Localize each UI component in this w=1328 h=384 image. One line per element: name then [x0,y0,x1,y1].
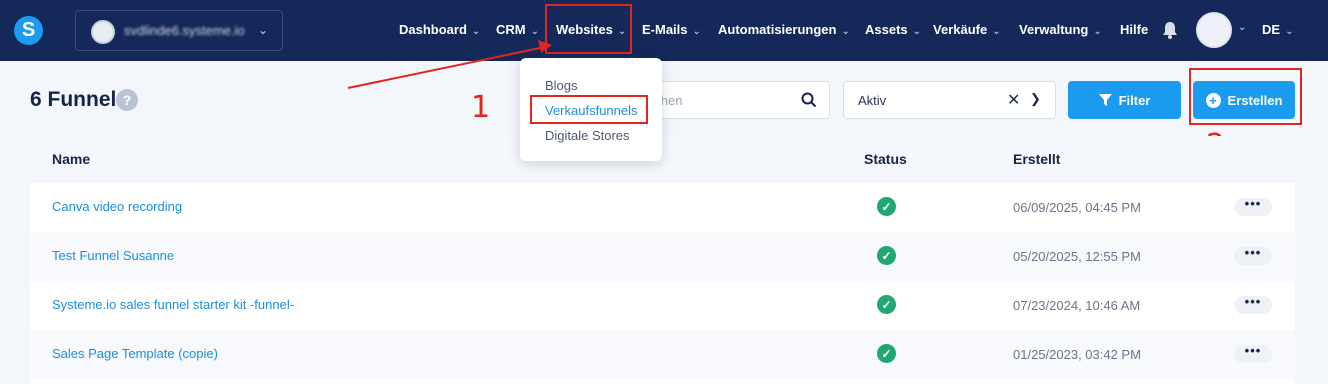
nav-label: Assets [865,22,908,37]
more-actions-button[interactable]: ••• [1234,246,1272,265]
column-header-status[interactable]: Status [864,151,907,167]
chevron-down-icon: ⌄ [1285,26,1294,37]
table-row: Sales Page Template (copie) ✓ 01/25/2023… [30,330,1295,379]
column-header-name[interactable]: Name [52,151,90,167]
account-switcher[interactable]: svdlinde6.systeme.io ⌄ [75,10,283,51]
created-date: 01/25/2023, 03:42 PM [1013,347,1141,362]
chevron-down-icon: ⌄ [912,26,922,37]
filter-icon [1098,93,1112,106]
highlight-sales-funnels [530,95,648,124]
filter-button-label: Filter [1118,92,1151,108]
check-icon: ✓ [877,295,896,314]
systeme-logo[interactable]: S [14,16,43,45]
nav-assets[interactable]: Assets ⌄ [865,22,921,37]
language-selector[interactable]: DE ⌄ [1262,22,1293,37]
funnel-name-link[interactable]: Systeme.io sales funnel starter kit -fun… [52,297,294,312]
highlight-create [1189,68,1302,125]
bell-icon[interactable] [1162,20,1178,40]
chevron-down-icon: ⌄ [692,26,701,37]
nav-label: Verkäufe [933,22,988,37]
page-title: 6 Funnel [30,88,117,111]
funnel-table: Name Status Erstellt Canva video recordi… [30,136,1295,384]
chevron-down-icon: ⌄ [841,26,850,37]
table-row: Test Funnel Susanne ✓ 05/20/2025, 12:55 … [30,232,1295,281]
chevron-down-icon: ⌄ [1093,26,1102,37]
menu-item-blogs[interactable]: Blogs [545,78,578,93]
funnel-name-link[interactable]: Sales Page Template (copie) [52,346,218,361]
created-date: 06/09/2025, 04:45 PM [1013,200,1141,215]
chevron-down-icon: ⌄ [992,26,1001,37]
table-row: Systeme.io sales funnel starter kit -fun… [30,281,1295,330]
status-select-value: Aktiv [858,93,887,108]
language-label: DE [1262,22,1281,37]
clear-icon[interactable]: ✕ [1007,90,1020,110]
chevron-down-icon[interactable]: ⌄ [1238,22,1246,33]
more-actions-button[interactable]: ••• [1234,344,1272,363]
nav-label: Automatisierungen [718,22,837,37]
menu-item-digital-stores[interactable]: Digitale Stores [545,128,630,143]
account-avatar [91,20,115,44]
table-header: Name Status Erstellt [30,136,1295,183]
created-date: 05/20/2025, 12:55 PM [1013,249,1141,264]
more-actions-button[interactable]: ••• [1234,295,1272,314]
nav-label: E-Mails [642,22,688,37]
check-icon: ✓ [877,344,896,363]
check-icon: ✓ [877,246,896,265]
funnel-name-link[interactable]: Canva video recording [52,199,182,214]
column-header-created[interactable]: Erstellt [1013,151,1060,167]
more-actions-button[interactable]: ••• [1234,197,1272,216]
nav-help[interactable]: Hilfe [1120,22,1148,37]
filter-button[interactable]: Filter [1068,81,1181,119]
account-name: svdlinde6.systeme.io [124,23,245,38]
table-row: Canva video recording ✓ 06/09/2025, 04:4… [30,183,1295,232]
annotation-step-1: 1 [471,90,491,125]
nav-sales[interactable]: Verkäufe ⌄ [933,22,1001,37]
nav-emails[interactable]: E-Mails ⌄ [642,22,701,37]
nav-administration[interactable]: Verwaltung ⌄ [1019,22,1102,37]
top-navigation-bar: S svdlinde6.systeme.io ⌄ Dashboard ⌄ CRM ⌄… [0,0,1328,61]
created-date: 07/23/2024, 10:46 AM [1013,298,1141,313]
funnel-name-link[interactable]: Test Funnel Susanne [52,248,174,263]
check-icon: ✓ [877,197,896,216]
search-icon [801,92,817,108]
help-icon[interactable]: ? [116,89,138,111]
chevron-down-icon: ⌄ [257,23,268,37]
nav-label: Verwaltung [1019,22,1089,37]
nav-automations[interactable]: Automatisierungen ⌄ [718,22,850,37]
user-avatar[interactable] [1196,12,1232,48]
chevron-down-icon[interactable]: ❯ [1030,91,1041,107]
status-select[interactable]: Aktiv ✕ ❯ [843,81,1056,119]
